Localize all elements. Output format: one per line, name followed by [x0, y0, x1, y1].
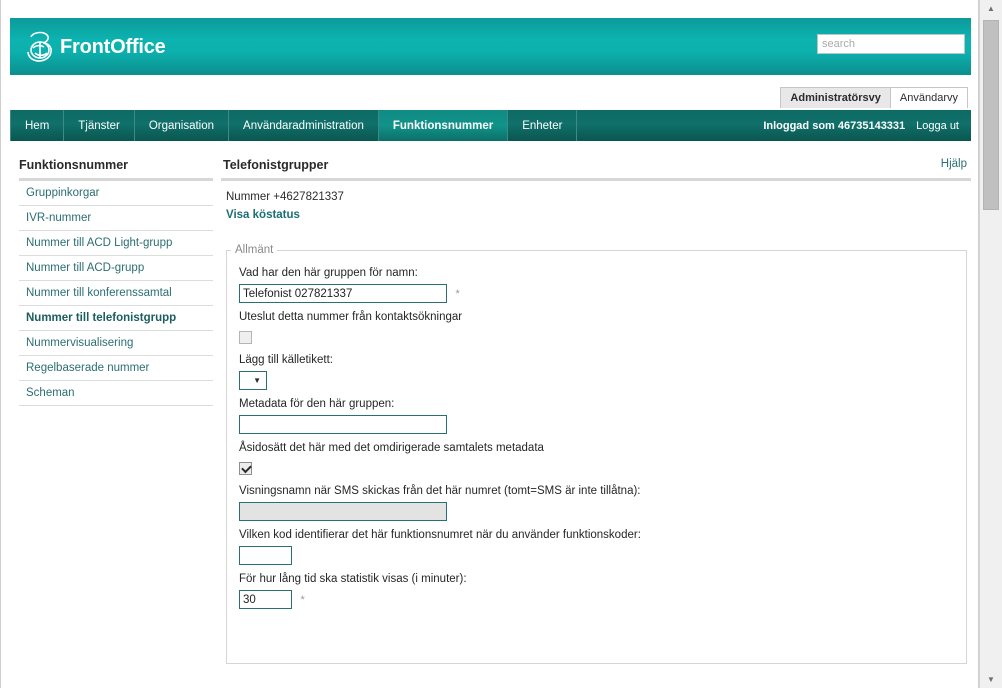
- function-code-label: Vilken kod identifierar det här funktion…: [239, 529, 641, 541]
- source-label-select[interactable]: ▼: [239, 371, 267, 390]
- sidebar-item-telefonistgrupp[interactable]: Nummer till telefonistgrupp: [19, 306, 213, 331]
- field-stats-minutes: För hur lång tid ska statistik visas (i …: [227, 572, 966, 609]
- view-switcher: Administratörsvy Användarvy: [780, 86, 968, 108]
- brand-logo[interactable]: FrontOffice: [23, 26, 166, 68]
- exclude-from-search-label: Uteslut detta nummer från kontaktsökning…: [239, 311, 463, 323]
- page-title: Telefonistgrupper: [223, 158, 329, 172]
- main-panel-header: Telefonistgrupper Hjälp: [221, 150, 971, 178]
- sidebar-item-regelbaserade-nummer[interactable]: Regelbaserade nummer: [19, 356, 213, 381]
- group-name-label: Vad har den här gruppen för namn:: [239, 267, 418, 279]
- content-area: Funktionsnummer Gruppinkorgar IVR-nummer…: [10, 150, 971, 688]
- group-name-required-mark: *: [455, 287, 460, 300]
- sidebar-menu: Gruppinkorgar IVR-nummer Nummer till ACD…: [10, 181, 213, 406]
- sidebar-item-ivr-nummer[interactable]: IVR-nummer: [19, 206, 213, 231]
- logged-in-label: Inloggad som 46735143331: [763, 119, 906, 132]
- sms-display-name-label: Visningsnamn när SMS skickas från det hä…: [239, 485, 641, 497]
- number-block: Nummer +4627821337 Visa köstatus: [221, 181, 971, 223]
- sms-display-name-input[interactable]: [239, 502, 447, 521]
- sidebar-item-gruppinkorgar[interactable]: Gruppinkorgar: [19, 181, 213, 206]
- nav-item-tjanster[interactable]: Tjänster: [64, 110, 135, 141]
- field-override-metadata: Åsidosätt det här med det omdirigerade s…: [227, 441, 966, 477]
- nav-item-hem[interactable]: Hem: [10, 110, 65, 141]
- stats-minutes-input[interactable]: [239, 590, 292, 609]
- nav-item-anvandaradministration[interactable]: Användaradministration: [229, 110, 379, 141]
- chevron-down-icon: ▼: [253, 375, 261, 385]
- override-metadata-checkbox[interactable]: [239, 462, 252, 476]
- three-swirl-logo-icon: [27, 31, 52, 62]
- exclude-from-search-checkbox[interactable]: [239, 331, 252, 345]
- nav-item-funktionsnummer[interactable]: Funktionsnummer: [378, 110, 509, 141]
- show-queue-status-link[interactable]: Visa köstatus: [226, 209, 300, 221]
- sidebar: Funktionsnummer Gruppinkorgar IVR-nummer…: [10, 150, 213, 688]
- nav-user-area: Inloggad som 46735143331 Logga ut: [763, 110, 971, 141]
- vertical-scrollbar[interactable]: ▲ ▼: [979, 0, 1002, 688]
- nav-item-organisation[interactable]: Organisation: [135, 110, 230, 141]
- source-label-label: Lägg till källetikett:: [239, 354, 333, 366]
- stats-minutes-label: För hur lång tid ska statistik visas (i …: [239, 573, 467, 585]
- brand-name: FrontOffice: [60, 36, 166, 58]
- nav-item-enheter[interactable]: Enheter: [508, 110, 578, 141]
- metadata-input[interactable]: [239, 415, 447, 434]
- logout-link[interactable]: Logga ut: [916, 120, 959, 132]
- sidebar-item-scheman[interactable]: Scheman: [19, 381, 213, 406]
- brand-banner: FrontOffice: [10, 18, 971, 75]
- stats-minutes-required-mark: *: [300, 593, 305, 606]
- field-metadata: Metadata för den här gruppen:: [227, 397, 966, 434]
- override-metadata-label: Åsidosätt det här med det omdirigerade s…: [239, 442, 544, 454]
- field-exclude-from-search: Uteslut detta nummer från kontaktsökning…: [227, 310, 966, 346]
- fieldset-legend: Allmänt: [235, 244, 274, 256]
- tab-administrator-view[interactable]: Administratörsvy: [780, 87, 891, 108]
- sidebar-title: Funktionsnummer: [19, 158, 129, 172]
- general-settings-fieldset: Allmänt Vad har den här gruppen för namn…: [226, 244, 967, 664]
- sidebar-item-konferenssamtal[interactable]: Nummer till konferenssamtal: [19, 281, 213, 306]
- sidebar-item-acd-light-grupp[interactable]: Nummer till ACD Light-grupp: [19, 231, 213, 256]
- help-link[interactable]: Hjälp: [941, 158, 967, 170]
- tab-user-view[interactable]: Användarvy: [889, 87, 968, 108]
- number-label: Nummer +4627821337: [226, 191, 344, 203]
- search-input[interactable]: [817, 34, 965, 54]
- sidebar-item-nummervisualisering[interactable]: Nummervisualisering: [19, 331, 213, 356]
- sidebar-item-acd-grupp[interactable]: Nummer till ACD-grupp: [19, 256, 213, 281]
- field-source-label: Lägg till källetikett: ▼: [227, 353, 966, 390]
- field-group-name: Vad har den här gruppen för namn: *: [227, 266, 966, 303]
- group-name-input[interactable]: [239, 284, 447, 303]
- scroll-up-arrow-icon[interactable]: ▲: [980, 0, 1002, 17]
- field-function-code: Vilken kod identifierar det här funktion…: [227, 528, 966, 565]
- metadata-label: Metadata för den här gruppen:: [239, 398, 395, 410]
- field-sms-display-name: Visningsnamn när SMS skickas från det hä…: [227, 484, 966, 521]
- page-shell: FrontOffice Administratörsvy Användarvy …: [0, 0, 979, 688]
- scrollbar-thumb[interactable]: [983, 20, 999, 210]
- main-navigation: Hem Tjänster Organisation Användaradmini…: [10, 110, 971, 141]
- scroll-down-arrow-icon[interactable]: ▼: [980, 671, 1002, 688]
- main-panel: Telefonistgrupper Hjälp Nummer +46278213…: [221, 150, 971, 688]
- function-code-input[interactable]: [239, 546, 292, 565]
- app-window: FrontOffice Administratörsvy Användarvy …: [0, 0, 1002, 688]
